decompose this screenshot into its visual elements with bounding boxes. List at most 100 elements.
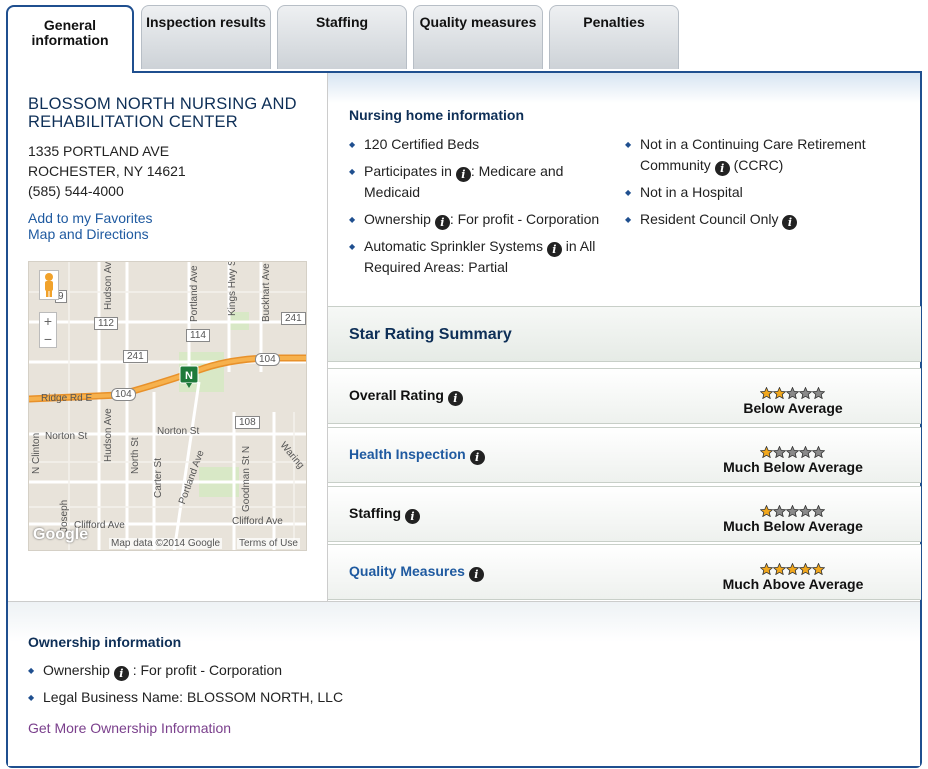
route-shield: 108 <box>235 416 260 429</box>
tab-general-information[interactable]: General information <box>6 5 134 73</box>
ownership-title: Ownership information <box>28 634 182 650</box>
zoom-out-button[interactable]: − <box>40 331 56 349</box>
star-filled-icon <box>773 563 786 575</box>
street-label: Ridge Rd E <box>41 393 93 404</box>
tab-penalties[interactable]: Penalties <box>549 5 679 69</box>
address-line-1: 1335 PORTLAND AVE <box>28 143 170 159</box>
street-label: N Clinton <box>31 432 42 474</box>
ownership-section: Ownership information Ownership i : For … <box>8 601 920 766</box>
legal-business-name: Legal Business Name: BLOSSOM NORTH, LLC <box>43 689 344 705</box>
google-logo: Google <box>33 526 89 543</box>
info-text: Not in a Hospital <box>640 184 743 200</box>
nursing-home-info-list-left: 120 Certified Beds Participates in i: Me… <box>349 134 609 284</box>
map-and-directions-link[interactable]: Map and Directions <box>28 226 149 242</box>
info-text: Automatic Sprinkler Systems <box>364 238 543 254</box>
facility-name: BLOSSOM NORTH NURSING AND REHABILITATION… <box>28 95 297 131</box>
tab-label: Staffing <box>315 14 369 30</box>
star-filled-icon <box>812 563 825 575</box>
list-item: 120 Certified Beds <box>349 134 609 155</box>
street-label: Kings Hwy S <box>227 261 238 316</box>
info-icon[interactable]: i <box>113 666 129 681</box>
star-filled-icon <box>799 563 812 575</box>
star-filled-icon <box>760 387 773 399</box>
street-label: Hudson Ave <box>103 261 114 310</box>
street-view-pegman-icon[interactable] <box>39 270 59 300</box>
ownership-value: : For profit - Corporation <box>132 662 283 678</box>
star-empty-icon <box>773 505 786 517</box>
marker-letter: N <box>185 370 193 382</box>
tab-inspection-results[interactable]: Inspection results <box>141 5 271 69</box>
info-icon[interactable]: i <box>405 509 420 524</box>
star-empty-icon <box>786 446 799 458</box>
rating-row-overall: Overall Rating i Below Average <box>328 368 921 424</box>
rating-row-quality-measures: Quality Measures i Much Above Average <box>328 544 921 600</box>
info-icon[interactable]: i <box>447 391 463 406</box>
nursing-home-info-title: Nursing home information <box>349 107 524 123</box>
rating-label-text: Staffing <box>349 505 402 521</box>
zoom-controls: + − <box>39 312 57 348</box>
rating-label-text: Health Inspection <box>349 446 466 462</box>
tab-quality-measures[interactable]: Quality measures <box>413 5 543 69</box>
info-text: (CCRC) <box>729 157 784 173</box>
street-label: Clifford Ave <box>232 516 283 527</box>
star-rating-quality-measures <box>760 562 826 575</box>
street-label: Portland Ave <box>189 265 200 322</box>
rating-description: Below Average <box>743 400 843 416</box>
rating-description: Much Above Average <box>722 576 864 592</box>
phone-number: (585) 544-4000 <box>28 183 124 199</box>
facility-column: BLOSSOM NORTH NURSING AND REHABILITATION… <box>8 73 327 601</box>
rating-description: Much Below Average <box>723 518 863 534</box>
list-item: Ownership i : For profit - Corporation <box>28 660 343 681</box>
info-icon[interactable]: i <box>469 450 485 465</box>
star-filled-icon <box>760 446 773 458</box>
rating-label-text: Quality Measures <box>349 563 465 579</box>
rating-label: Staffing i <box>349 505 420 524</box>
add-to-favorites-link[interactable]: Add to my Favorites <box>28 210 153 226</box>
list-item: Legal Business Name: BLOSSOM NORTH, LLC <box>28 687 343 708</box>
info-icon[interactable]: i <box>546 242 562 257</box>
star-rating-staffing <box>760 504 826 517</box>
rating-label[interactable]: Quality Measures i <box>349 563 484 582</box>
ownership-label: Ownership <box>43 662 110 678</box>
route-shield: 241 <box>281 312 306 325</box>
route-shield: 241 <box>123 350 148 363</box>
details-column: Nursing home information 120 Certified B… <box>327 73 921 601</box>
star-rating-overall <box>760 386 826 399</box>
street-label: Buckhart Ave <box>261 263 272 322</box>
route-shield: 112 <box>94 317 118 330</box>
star-empty-icon <box>799 387 812 399</box>
facility-marker-icon[interactable]: N <box>179 365 199 389</box>
star-rating-header: Star Rating Summary <box>328 306 921 362</box>
info-icon[interactable]: i <box>782 215 798 230</box>
tab-bar: General information Inspection results S… <box>6 5 922 73</box>
info-text: Ownership <box>364 211 431 227</box>
map-terms-link[interactable]: Terms of Use <box>237 538 300 549</box>
more-ownership-link[interactable]: Get More Ownership Information <box>28 720 231 736</box>
star-empty-icon <box>812 505 825 517</box>
info-icon[interactable]: i <box>468 567 484 582</box>
info-text: Resident Council Only <box>640 211 779 227</box>
tab-staffing[interactable]: Staffing <box>277 5 407 69</box>
list-item: Participates in i: Medicare and Medicaid <box>349 161 609 203</box>
info-text: Participates in <box>364 163 452 179</box>
street-label: Norton St <box>45 431 88 442</box>
ownership-list: Ownership i : For profit - Corporation L… <box>28 660 343 714</box>
zoom-in-button[interactable]: + <box>40 313 56 331</box>
street-label: Norton St <box>157 426 200 437</box>
info-icon[interactable]: i <box>714 161 730 176</box>
route-shield: 114 <box>186 329 210 342</box>
info-icon[interactable]: i <box>455 167 471 182</box>
star-empty-icon <box>786 387 799 399</box>
street-label: North St <box>130 437 141 474</box>
info-icon[interactable]: i <box>434 215 450 230</box>
rating-label-text: Overall Rating <box>349 387 444 403</box>
rating-label[interactable]: Health Inspection i <box>349 446 485 465</box>
rating-row-staffing: Staffing i Much Below Average <box>328 486 921 542</box>
location-map[interactable]: Hudson Ave Portland Ave Kings Hwy S Buck… <box>28 261 307 551</box>
star-filled-icon <box>760 505 773 517</box>
rating-row-health-inspection: Health Inspection i Much Below Average <box>328 427 921 483</box>
info-text: : For profit - Corporation <box>449 211 600 227</box>
info-text: 120 Certified Beds <box>364 136 480 152</box>
route-shield: 104 <box>255 353 280 366</box>
tab-label: General information <box>31 17 109 48</box>
